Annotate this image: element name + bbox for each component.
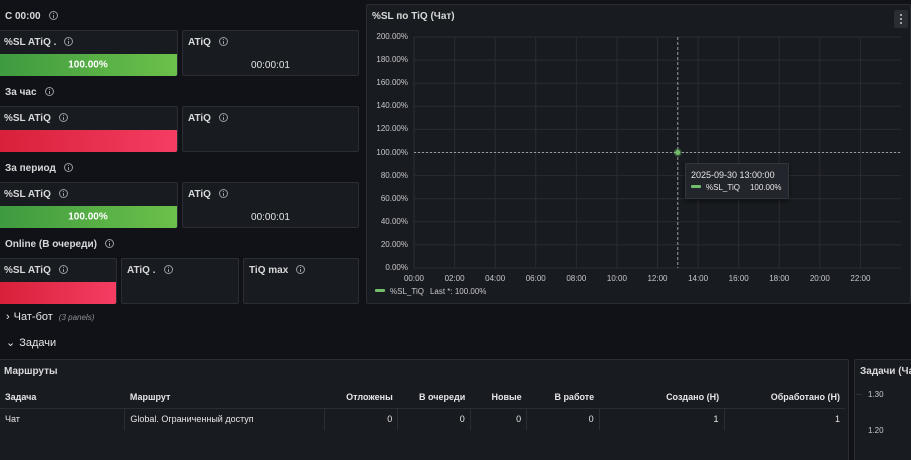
chevron-right-icon: › bbox=[6, 311, 10, 323]
tooltip-time: 2025-09-30 13:00:00 bbox=[691, 170, 775, 180]
x-tick-label: 02:00 bbox=[444, 274, 465, 283]
y-tick-label: 140.00% bbox=[376, 101, 408, 111]
y-tick-label: 120.00% bbox=[376, 124, 408, 134]
table-cell: 0 bbox=[397, 408, 471, 430]
x-tick-label: 12:00 bbox=[647, 274, 668, 283]
x-tick-label: 04:00 bbox=[485, 274, 506, 283]
column-header[interactable]: В работе bbox=[526, 386, 600, 409]
data-point bbox=[675, 150, 681, 155]
x-tick-label: 16:00 bbox=[728, 274, 749, 283]
tooltip-value: 100.00% bbox=[749, 183, 782, 192]
y-tick-label: 0.00% bbox=[385, 263, 408, 272]
routes-panel: Маршруты Задача Маршрут Отложены В очереди Н… bbox=[0, 359, 849, 460]
section-chatbot[interactable]: › Чат-бот (3 panels) bbox=[6, 311, 94, 323]
x-tick-label: 18:00 bbox=[769, 274, 790, 283]
tasks-y-tick: 1.20 bbox=[868, 426, 884, 435]
column-header[interactable]: Задача bbox=[0, 386, 125, 409]
tasks-chart-title: Задачи (Ча bbox=[860, 366, 911, 377]
y-tick-label: 180.00% bbox=[376, 55, 408, 65]
column-header[interactable]: Отложены bbox=[324, 386, 398, 409]
y-tick-label: 100.00% bbox=[376, 147, 408, 157]
table-cell: 1 bbox=[834, 414, 840, 425]
routes-title: Маршруты bbox=[4, 366, 58, 377]
x-tick-label: 00:00 bbox=[403, 274, 425, 283]
table-cell: 0 bbox=[470, 408, 528, 430]
y-tick-label: 80.00% bbox=[380, 170, 408, 180]
x-tick-label: 06:00 bbox=[525, 274, 546, 283]
tasks-y-tick: 1.30 bbox=[868, 390, 884, 399]
x-tick-label: 08:00 bbox=[566, 274, 587, 283]
x-tick-label: 22:00 bbox=[850, 274, 871, 283]
series-swatch bbox=[691, 185, 701, 188]
grid-line bbox=[856, 394, 862, 395]
column-header[interactable]: Новые bbox=[470, 386, 527, 409]
y-tick-label: 60.00% bbox=[380, 193, 408, 203]
chart-legend[interactable]: %SL_TiQ Last *: 100.00% bbox=[375, 287, 486, 296]
y-tick-label: 40.00% bbox=[380, 216, 408, 226]
table-row[interactable]: Чат Global. Ограниченный доступ 0 0 0 0 1 1 bbox=[0, 408, 845, 430]
x-tick-label: 14:00 bbox=[688, 274, 709, 283]
legend-value: Last *: 100.00% bbox=[429, 287, 487, 296]
table-cell: Чат bbox=[0, 408, 126, 430]
table-cell: 0 bbox=[324, 408, 399, 430]
tooltip-series: %SL_TiQ bbox=[706, 183, 740, 192]
tasks-chart-panel: Задачи (Ча 1.30 1.20 bbox=[854, 359, 911, 460]
series-swatch bbox=[375, 289, 385, 292]
table-cell: 0 bbox=[526, 408, 600, 430]
y-tick-label: 200.00% bbox=[376, 32, 408, 41]
column-header[interactable]: Обработано (Н) bbox=[724, 386, 845, 409]
section-tasks[interactable]: ⌄ Задачи bbox=[6, 336, 56, 349]
chevron-down-icon: ⌄ bbox=[6, 337, 16, 349]
column-header[interactable]: Маршрут bbox=[124, 386, 325, 409]
x-tick-label: 10:00 bbox=[606, 274, 627, 283]
column-header[interactable]: Создано (Н) bbox=[599, 386, 725, 409]
routes-table: Задача Маршрут Отложены В очереди Новые В раб… bbox=[0, 386, 845, 430]
chart-tooltip: 2025-09-30 13:00:00 %SL_TiQ 100.00% bbox=[685, 163, 789, 199]
y-tick-label: 20.00% bbox=[380, 239, 408, 249]
x-tick-label: 20:00 bbox=[809, 274, 830, 283]
legend-series: %SL_TiQ bbox=[390, 287, 424, 296]
table-cell: Global. Ограниченный доступ bbox=[124, 408, 325, 430]
column-header[interactable]: В очереди bbox=[397, 386, 471, 409]
y-tick-label: 160.00% bbox=[376, 78, 408, 88]
line-chart bbox=[413, 36, 901, 269]
table-cell: 1 bbox=[599, 408, 725, 430]
